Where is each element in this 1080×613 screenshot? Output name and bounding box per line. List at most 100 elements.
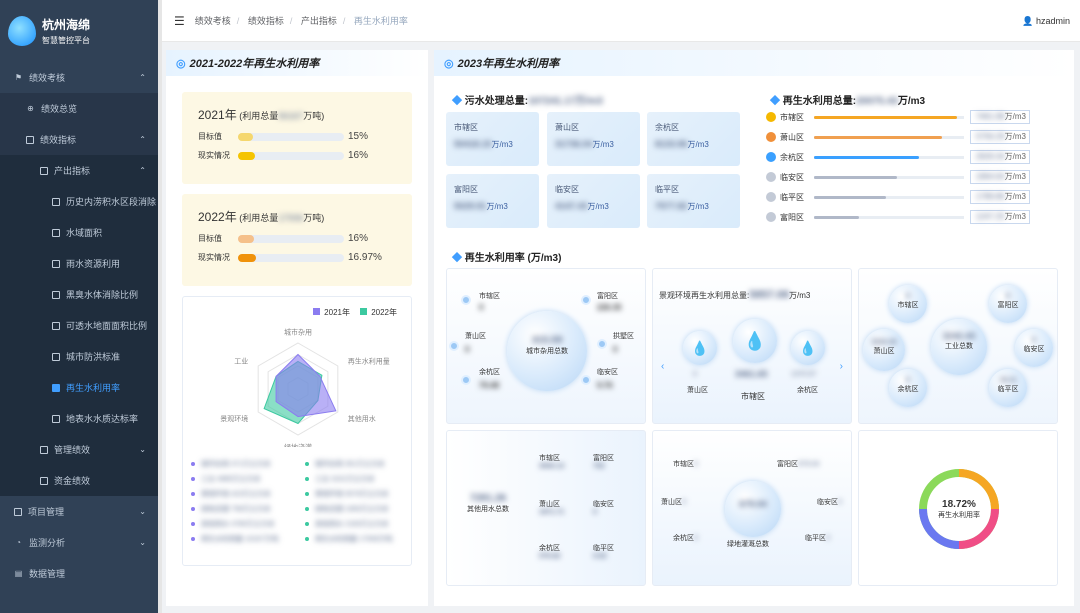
district-name: 市辖区 — [897, 302, 919, 309]
legend-text: 景观环境 423万立方米 — [201, 491, 271, 498]
menu-label: 雨水资源利用 — [66, 259, 121, 269]
menu-item-active[interactable]: 再生水利用率 — [0, 372, 158, 403]
target-fill — [238, 234, 254, 243]
district-value: 0 — [593, 509, 597, 516]
medal-icon — [766, 172, 776, 182]
landscape-unit: 万/m3 — [789, 291, 811, 300]
irrigation-card: 679.04 绿地灌溉总数 市辖区0 富阳区679.04 萧山区0 临安区0 余… — [652, 430, 852, 586]
district-value: 1370.97 — [791, 371, 816, 378]
droplet-icon: 💧 — [683, 331, 717, 365]
sidebar-scrollbar[interactable] — [158, 0, 162, 613]
sewage-card-unit: 万/m3 — [491, 140, 513, 149]
checkbox-icon — [52, 414, 60, 423]
sewage-card-val: 50418.15 — [454, 139, 492, 149]
year-label: 2022年 — [198, 210, 237, 224]
breadcrumb-item[interactable]: 产出指标 — [301, 16, 337, 26]
username: hzadmin — [1035, 16, 1070, 26]
menu-label: 地表水水质达标率 — [66, 414, 139, 424]
sewage-card-name: 萧山区 — [555, 123, 579, 132]
urban-misc-center: 315.59 城市杂用总数 — [507, 311, 587, 391]
legend-row: 城市杂用 371万立方米 — [191, 459, 271, 469]
menu-item[interactable]: 城市防洪标准 — [0, 341, 158, 372]
checkbox-icon — [52, 383, 60, 392]
sewage-card-unit: 万/m3 — [486, 202, 508, 211]
chevron-right-icon[interactable]: › — [840, 361, 843, 372]
district-name: 萧山区 — [539, 501, 560, 508]
sewage-card-name: 市辖区 — [454, 123, 478, 132]
district-value: 0 — [1032, 337, 1036, 344]
year-title: 2021年 (利用总量56167万吨) — [198, 106, 412, 123]
checkbox-icon — [14, 507, 22, 516]
legend-dot — [191, 507, 195, 512]
menu-fund[interactable]: 资金绩效 — [0, 465, 158, 496]
menu-item[interactable]: 水域面积 — [0, 217, 158, 248]
menu-item[interactable]: 可透水地面面积比例 — [0, 310, 158, 341]
legend-text: 其他用水 4780万立方米 — [201, 521, 275, 528]
radar-axis-label: 绿地浇灌 — [284, 443, 312, 448]
chevron-left-icon[interactable]: ‹ — [661, 361, 664, 372]
reuse-total: ◆ 再生水利用总量:20075.43万/m3 — [770, 92, 925, 107]
rank-value: 1247.25 — [975, 212, 1005, 221]
rank-bar — [814, 175, 964, 179]
right-panel-header: ◎ 2023年再生水利用率 — [434, 50, 1074, 76]
rank-row: 余杭区 2929.34万/m3 — [766, 150, 1058, 164]
menu-project[interactable]: 项目管理 ⌄ — [0, 496, 158, 527]
radar-axis-label: 其他用水 — [348, 414, 376, 423]
menu-item[interactable]: 雨水资源利用 — [0, 248, 158, 279]
radar-legend: 2021年 2022年 — [313, 307, 397, 318]
legend-text: 再生水利用量 17006万吨 — [315, 536, 393, 543]
rank-row: 富阳区 1247.25万/m3 — [766, 210, 1058, 224]
district-dot-icon — [581, 375, 591, 385]
user-menu[interactable]: 👤 hzadmin — [1022, 16, 1070, 27]
legend-dot — [191, 492, 195, 497]
flag-icon: ⚑ — [14, 73, 23, 82]
menu-label: 项目管理 — [28, 507, 65, 517]
diamond-icon: ◆ — [452, 253, 462, 264]
menu-monitor[interactable]: ◔ 监测分析 ⌄ — [0, 527, 158, 558]
checkbox-icon — [52, 197, 60, 206]
menu-data[interactable]: ▤ 数据管理 — [0, 558, 158, 589]
breadcrumb-current: 再生水利用率 — [353, 16, 408, 26]
menu-label: 资金绩效 — [54, 476, 91, 486]
hamburger-icon[interactable]: ☰ — [174, 14, 185, 28]
menu-mgmt[interactable]: 管理绩效 ⌄ — [0, 434, 158, 465]
breadcrumb-item[interactable]: 绩效考核 — [195, 16, 231, 26]
total-prefix: (利用总量 — [239, 111, 279, 121]
district-value: 1971.71 — [539, 509, 565, 516]
year-title: 2022年 (利用总量17006万吨) — [198, 208, 412, 225]
sewage-card-value: 8133.96万/m3 — [655, 139, 740, 150]
sewage-card-val: 5029.91 — [454, 201, 487, 211]
sewage-card: 临平区 7577.82万/m3 — [647, 174, 740, 228]
district-name: 萧山区 — [661, 499, 682, 506]
rank-value: 1789.86 — [975, 192, 1005, 201]
menu-item[interactable]: 历史内涝积水区段消除 — [0, 186, 158, 217]
sewage-card-value: 50418.15万/m3 — [454, 139, 539, 150]
legend-dot — [305, 477, 309, 482]
district-dot-icon — [449, 341, 459, 351]
legend-2022-swatch — [360, 308, 368, 315]
district-value: 0 — [693, 371, 697, 378]
district-value: 0 — [838, 499, 842, 506]
menu-item[interactable]: 地表水水质达标率 — [0, 403, 158, 434]
menu-item[interactable]: 黑臭水体消除比例 — [0, 279, 158, 310]
legend-dot — [191, 522, 195, 527]
app-subtitle: 智慧管控平台 — [42, 36, 90, 45]
menu-output[interactable]: 产出指标 ⌃ — [0, 155, 158, 186]
rank-value: 1964.64 — [975, 172, 1005, 181]
menu-indicators[interactable]: 绩效指标 ⌃ — [0, 124, 158, 155]
reuse-unit: 万/m3 — [897, 96, 926, 107]
district-value-text: 3461.65 — [735, 369, 768, 379]
total-prefix: (利用总量 — [239, 213, 279, 223]
breadcrumb-item[interactable]: 绩效指标 — [248, 16, 284, 26]
menu-performance[interactable]: ⚑ 绩效考核 ⌃ — [0, 62, 158, 93]
menu-overview[interactable]: ⊕ 绩效总览 — [0, 93, 158, 124]
target-label: 目标值 — [198, 132, 222, 141]
district-name: 萧山区 — [873, 348, 895, 355]
district-name: 余杭区 — [539, 545, 560, 552]
actual-label: 现实情况 — [198, 151, 230, 160]
district-name: 富阳区 — [597, 293, 618, 300]
left-panel: ◎ 2021-2022年再生水利用率 2021年 (利用总量56167万吨) 目标… — [166, 50, 428, 606]
topbar: ☰ 绩效考核 / 绩效指标 / 产出指标 / 再生水利用率 👤 hzadmin — [162, 0, 1080, 42]
rank-fill — [814, 215, 859, 219]
district-value: 0 — [613, 345, 618, 354]
